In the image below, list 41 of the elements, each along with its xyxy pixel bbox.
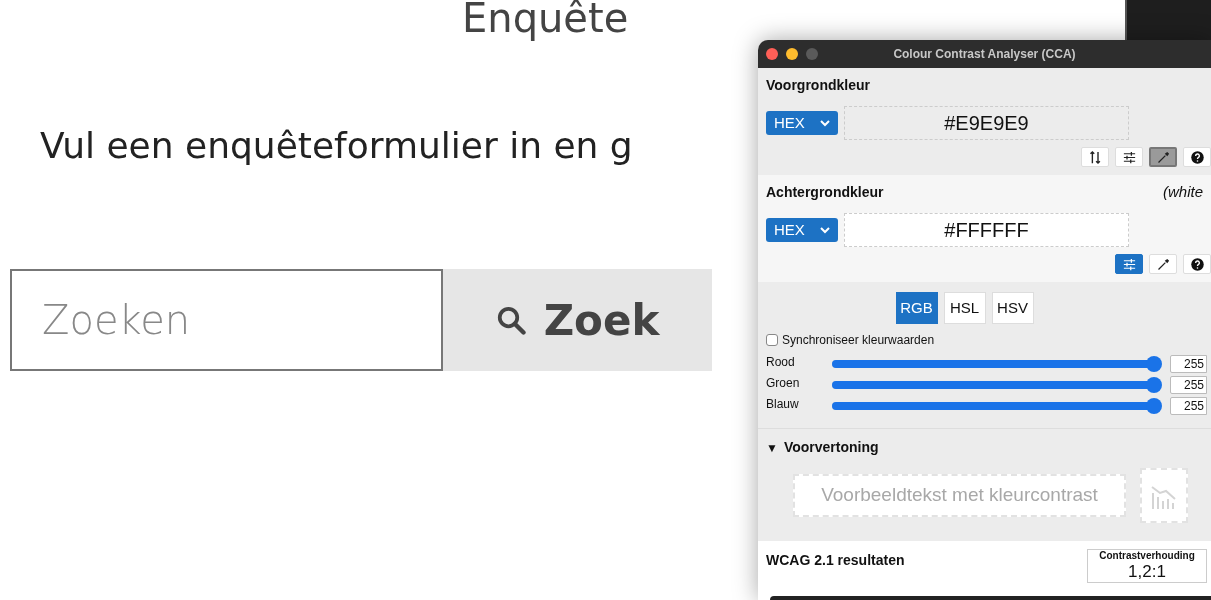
- number-field[interactable]: 255: [1170, 375, 1207, 394]
- ratio-value: 1,2:1: [1128, 562, 1166, 582]
- minimize-button[interactable]: [786, 48, 798, 60]
- section-label: Achtergrondkleur: [766, 182, 884, 202]
- checkbox-label: Synchroniseer kleurwaarden: [782, 332, 935, 349]
- color-model-tab[interactable]: HSV: [991, 292, 1034, 324]
- slider[interactable]: [832, 355, 1162, 372]
- preview-toggle[interactable]: ▼ Voorvertoning: [766, 437, 879, 458]
- help-icon: [1189, 256, 1205, 272]
- color-model-tab[interactable]: HSL: [943, 292, 986, 324]
- page-heading: Enquête: [461, 0, 629, 42]
- caret-icon: [820, 119, 830, 127]
- section-label: WCAG 2.1 resultaten: [766, 551, 905, 570]
- format-dropdown[interactable]: HEX: [766, 111, 838, 135]
- number-field[interactable]: 255: [1170, 396, 1207, 415]
- help-icon: [1189, 149, 1205, 165]
- color-model-tab[interactable]: RGB: [895, 292, 938, 324]
- number-field[interactable]: 255: [1170, 354, 1207, 373]
- ratio-label: Contrastverhouding: [1099, 550, 1195, 562]
- format-dropdown[interactable]: HEX: [766, 218, 838, 242]
- hex-value-field[interactable]: #FFFFFF: [844, 213, 1129, 247]
- hex-value-field[interactable]: #E9E9E9: [844, 106, 1129, 140]
- search-button[interactable]: Zoek: [443, 269, 712, 371]
- channel-label: Blauw: [766, 396, 800, 413]
- sliders-icon: [1121, 149, 1137, 165]
- slider[interactable]: [832, 376, 1162, 393]
- section-label: Voorgrondkleur: [766, 75, 870, 95]
- sync-checkbox[interactable]: [766, 334, 778, 346]
- swap-arrows-icon: [1087, 149, 1103, 165]
- channel-label: Groen: [766, 375, 801, 392]
- slider[interactable]: [832, 397, 1162, 414]
- intro-text: Vul een enquêteformulier in en g: [39, 124, 633, 168]
- sliders-icon: [1121, 256, 1137, 272]
- window-title: Colour Contrast Analyser (CCA): [892, 46, 1077, 63]
- caret-icon: [820, 226, 830, 234]
- color-name-text: (white: [1163, 181, 1203, 202]
- search-field[interactable]: Zoeken: [10, 269, 443, 371]
- search-icon: [495, 305, 526, 335]
- preview-text-box: Voorbeeldtekst met kleurcontrast: [793, 474, 1126, 517]
- close-button[interactable]: [766, 48, 778, 60]
- channel-label: Rood: [766, 354, 796, 371]
